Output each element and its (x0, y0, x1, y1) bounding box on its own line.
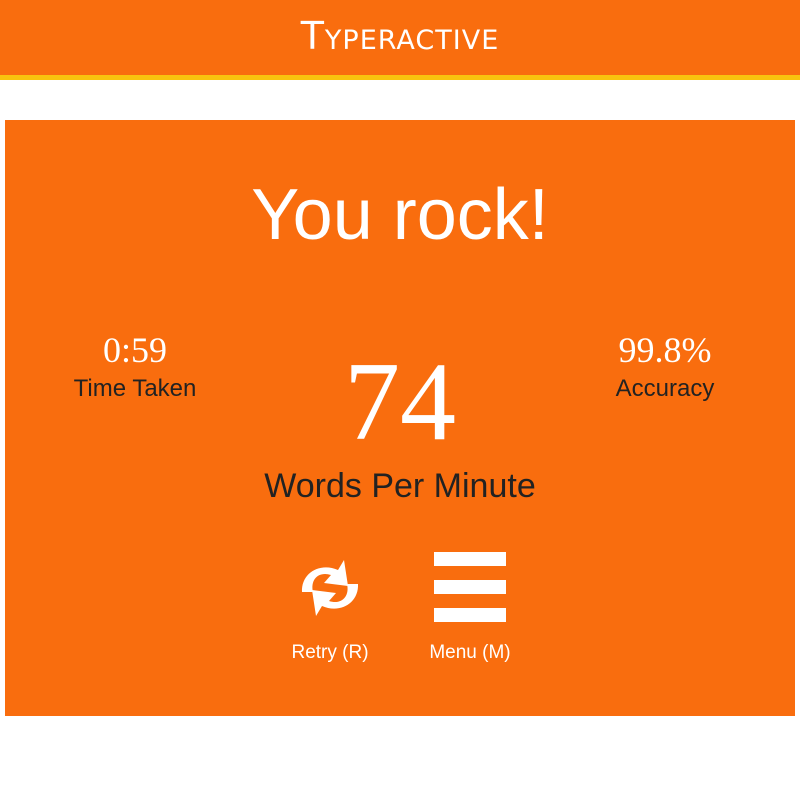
accuracy-label: Accuracy (615, 375, 715, 402)
app-title: Typeractive (300, 14, 500, 58)
accuracy-value: 99.8% (618, 330, 712, 370)
result-headline: You rock! (251, 175, 549, 255)
menu-button[interactable]: Menu (M) (400, 550, 540, 663)
retry-label: Retry (R) (291, 642, 369, 663)
time-taken-label: Time Taken (73, 375, 197, 402)
app-header: Typeractive (0, 0, 800, 75)
time-taken-value: 0:59 (102, 330, 167, 370)
hamburger-menu-icon (434, 552, 506, 622)
header-stripe (0, 75, 800, 80)
results-panel: You rock! 0:59 Time Taken 74 Words Per M… (5, 120, 795, 716)
wpm-value: 74 (344, 340, 456, 464)
refresh-icon (301, 560, 359, 616)
menu-label: Menu (M) (429, 642, 511, 663)
wpm-label: Words Per Minute (264, 467, 536, 505)
retry-button[interactable]: Retry (R) (260, 550, 400, 663)
